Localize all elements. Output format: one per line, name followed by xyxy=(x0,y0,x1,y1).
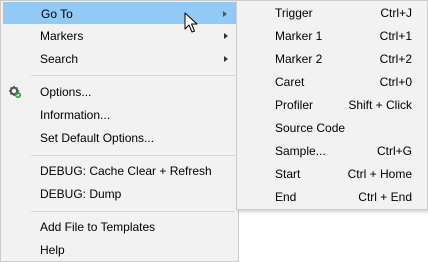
submenu-arrow-icon xyxy=(223,11,227,17)
mouse-pointer-icon xyxy=(184,12,198,33)
shortcut-text: Ctrl+1 xyxy=(379,29,412,43)
submenu-item-trigger[interactable]: Trigger Ctrl+J xyxy=(237,2,427,25)
menu-item-options[interactable]: Options... xyxy=(3,81,236,103)
shortcut-text: Ctrl+J xyxy=(380,6,412,20)
menu-item-label: Information... xyxy=(40,108,111,122)
menu-separator xyxy=(31,75,235,76)
context-menu: Go To Markers Search Options... Informat… xyxy=(0,0,239,262)
shortcut-text: Shift + Click xyxy=(348,98,412,112)
menu-item-go-to[interactable]: Go To xyxy=(3,2,236,24)
menu-item-debug-dump[interactable]: DEBUG: Dump xyxy=(3,183,236,205)
menu-item-information[interactable]: Information... xyxy=(3,104,236,126)
menu-item-label: Markers xyxy=(40,29,84,43)
submenu-item-label: Source Code xyxy=(275,121,346,135)
menu-item-set-default-options[interactable]: Set Default Options... xyxy=(3,127,236,149)
submenu-item-label: Profiler xyxy=(275,98,314,112)
submenu-item-start[interactable]: Start Ctrl + Home xyxy=(237,163,427,186)
submenu-item-label: Trigger xyxy=(275,6,313,20)
submenu-item-profiler[interactable]: Profiler Shift + Click xyxy=(237,94,427,117)
submenu-item-label: Marker 1 xyxy=(275,29,323,43)
submenu-item-marker-1[interactable]: Marker 1 Ctrl+1 xyxy=(237,25,427,48)
submenu-item-marker-2[interactable]: Marker 2 Ctrl+2 xyxy=(237,48,427,71)
menu-item-markers[interactable]: Markers xyxy=(3,25,236,47)
menu-item-label: Help xyxy=(40,243,65,257)
submenu-item-caret[interactable]: Caret Ctrl+0 xyxy=(237,71,427,94)
menu-item-label: Set Default Options... xyxy=(40,131,155,145)
menu-item-label: Search xyxy=(40,52,79,66)
go-to-submenu: Trigger Ctrl+J Marker 1 Ctrl+1 Marker 2 … xyxy=(236,0,428,210)
menu-item-add-file-to-templates[interactable]: Add File to Templates xyxy=(3,216,236,238)
menu-item-label: Go To xyxy=(41,7,73,21)
submenu-item-label: Marker 2 xyxy=(275,52,323,66)
submenu-item-label: End xyxy=(275,190,297,204)
shortcut-text: Ctrl+2 xyxy=(379,52,412,66)
shortcut-text: Ctrl + End xyxy=(358,190,412,204)
gear-green-check-icon xyxy=(9,86,21,98)
menu-item-label: DEBUG: Cache Clear + Refresh xyxy=(40,164,212,178)
menu-item-search[interactable]: Search xyxy=(3,48,236,70)
submenu-item-end[interactable]: End Ctrl + End xyxy=(237,186,427,209)
menu-item-debug-cache-clear[interactable]: DEBUG: Cache Clear + Refresh xyxy=(3,160,236,182)
menu-separator xyxy=(31,155,235,156)
shortcut-text: Ctrl+G xyxy=(376,144,412,158)
menu-item-label: DEBUG: Dump xyxy=(40,187,122,201)
submenu-item-label: Start xyxy=(275,167,301,181)
menu-separator xyxy=(31,211,235,212)
submenu-item-source-code[interactable]: Source Code xyxy=(237,117,427,140)
submenu-arrow-icon xyxy=(224,56,228,62)
shortcut-text: Ctrl+0 xyxy=(379,75,412,89)
shortcut-text: Ctrl + Home xyxy=(347,167,412,181)
submenu-item-sample[interactable]: Sample... Ctrl+G xyxy=(237,140,427,163)
menu-item-help[interactable]: Help xyxy=(3,239,236,261)
submenu-item-label: Caret xyxy=(275,75,305,89)
menu-item-label: Options... xyxy=(40,85,92,99)
submenu-arrow-icon xyxy=(224,33,228,39)
submenu-item-label: Sample... xyxy=(275,144,326,158)
menu-item-label: Add File to Templates xyxy=(40,220,156,234)
